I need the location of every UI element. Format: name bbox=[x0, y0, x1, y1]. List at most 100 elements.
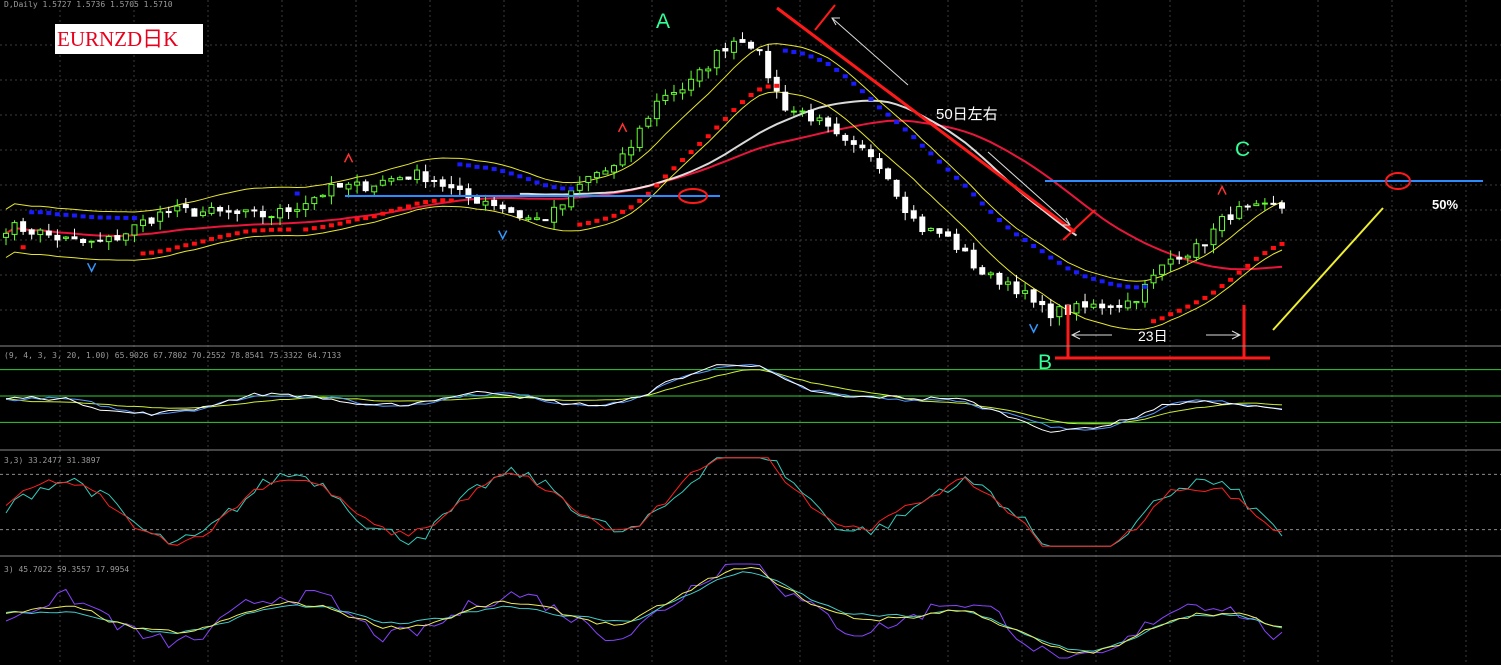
candle-body bbox=[422, 171, 429, 183]
candle-body bbox=[362, 181, 369, 192]
sar-marker bbox=[671, 166, 677, 171]
projection-line bbox=[1272, 207, 1384, 331]
candle-body bbox=[619, 153, 626, 166]
sar-marker bbox=[500, 169, 506, 174]
sar-marker bbox=[945, 167, 951, 172]
sar-marker bbox=[697, 141, 703, 146]
sar-marker bbox=[1236, 270, 1242, 275]
candle-body bbox=[551, 206, 558, 223]
sar-marker bbox=[243, 229, 249, 234]
sar-marker bbox=[962, 183, 968, 188]
candle-body bbox=[208, 207, 215, 214]
sar-marker bbox=[1022, 237, 1028, 242]
fractal-markers bbox=[86, 122, 1227, 334]
sar-marker bbox=[1151, 319, 1157, 324]
candle-body bbox=[20, 221, 27, 232]
sar-marker bbox=[791, 49, 797, 54]
candle-body bbox=[182, 203, 189, 209]
sar-marker bbox=[268, 227, 274, 232]
sar-marker bbox=[525, 177, 531, 182]
sar-marker bbox=[585, 221, 591, 226]
sar-marker bbox=[371, 214, 377, 219]
candle-body bbox=[765, 50, 772, 79]
sar-marker bbox=[782, 48, 788, 53]
candle-body bbox=[1056, 306, 1063, 318]
point-b-label: B bbox=[1038, 351, 1052, 374]
main-header-info: D,Daily 1.5727 1.5736 1.5705 1.5710 bbox=[4, 0, 173, 9]
sar-marker bbox=[1056, 260, 1062, 265]
candle-body bbox=[1073, 303, 1080, 314]
sar-marker bbox=[89, 214, 95, 219]
ma-long-line bbox=[5, 119, 1283, 271]
sar-marker bbox=[405, 204, 411, 209]
sar-marker bbox=[1262, 251, 1268, 256]
candle-body bbox=[54, 234, 61, 241]
sar-marker bbox=[731, 108, 737, 113]
sar-marker bbox=[1185, 304, 1191, 309]
sar-marker bbox=[54, 212, 60, 217]
candle-body bbox=[354, 181, 361, 186]
fractal-up-marker bbox=[1217, 184, 1227, 195]
sar-marker bbox=[465, 163, 471, 168]
point-c-label: C bbox=[1235, 138, 1250, 161]
sar-marker bbox=[1245, 263, 1251, 268]
sar-marker bbox=[1142, 284, 1148, 289]
candle-body bbox=[71, 236, 78, 240]
sar-marker bbox=[1253, 256, 1259, 261]
candle-body bbox=[499, 204, 506, 210]
candle-body bbox=[379, 179, 386, 186]
sar-marker bbox=[714, 125, 720, 130]
fractal-down-marker bbox=[86, 262, 97, 273]
candle-body bbox=[927, 227, 934, 231]
chart-canvas: D,Daily 1.5727 1.5736 1.5705 1.5710 50日左… bbox=[0, 0, 1501, 665]
sar-marker bbox=[491, 167, 497, 172]
candle-body bbox=[371, 185, 378, 193]
candle-body bbox=[885, 168, 892, 180]
sar-marker bbox=[979, 201, 985, 206]
candle-body bbox=[336, 182, 343, 188]
indicator-2-cyan-line bbox=[5, 457, 1283, 547]
sar-marker bbox=[602, 216, 608, 221]
sar-marker bbox=[328, 223, 334, 228]
indicator-3-header: 3) 45.7022 59.3557 17.9954 bbox=[4, 565, 129, 574]
candle-body bbox=[876, 158, 883, 170]
candle-body bbox=[259, 210, 266, 218]
candle-body bbox=[919, 216, 926, 233]
sar-marker bbox=[72, 213, 78, 218]
sar-marker bbox=[594, 218, 600, 223]
candle-body bbox=[790, 110, 797, 113]
candle-body bbox=[902, 196, 909, 214]
sar-marker bbox=[902, 127, 908, 132]
candle-body bbox=[748, 41, 755, 49]
candle-body bbox=[251, 209, 258, 212]
candle-body bbox=[910, 210, 917, 219]
sar-marker bbox=[483, 165, 489, 170]
sar-marker bbox=[1279, 241, 1285, 246]
sar-marker bbox=[234, 231, 240, 236]
sar-marker bbox=[577, 222, 583, 227]
candle-body bbox=[1099, 303, 1106, 309]
indicator-2-red-line bbox=[5, 457, 1283, 547]
candlestick-series bbox=[3, 32, 1285, 327]
candle-body bbox=[945, 231, 952, 237]
candle-body bbox=[1176, 256, 1183, 260]
sar-marker bbox=[1125, 284, 1131, 289]
candle-body bbox=[1133, 301, 1140, 304]
sar-marker bbox=[277, 227, 283, 232]
sar-marker bbox=[1039, 249, 1045, 254]
sar-marker bbox=[29, 210, 35, 215]
sar-marker bbox=[859, 89, 865, 94]
indicator-3-pane bbox=[5, 563, 1283, 659]
ma-long-path bbox=[5, 119, 1283, 271]
sar-marker bbox=[354, 217, 360, 222]
sar-marker bbox=[611, 213, 617, 218]
candle-body bbox=[602, 170, 609, 175]
sar-marker bbox=[63, 212, 69, 217]
candle-body bbox=[1270, 202, 1277, 205]
candle-body bbox=[722, 48, 729, 52]
sar-marker bbox=[1014, 232, 1020, 237]
sar-marker bbox=[457, 162, 463, 167]
sar-marker bbox=[320, 224, 326, 229]
candle-body bbox=[431, 179, 438, 182]
indicator-3-yellow-line bbox=[5, 566, 1283, 654]
